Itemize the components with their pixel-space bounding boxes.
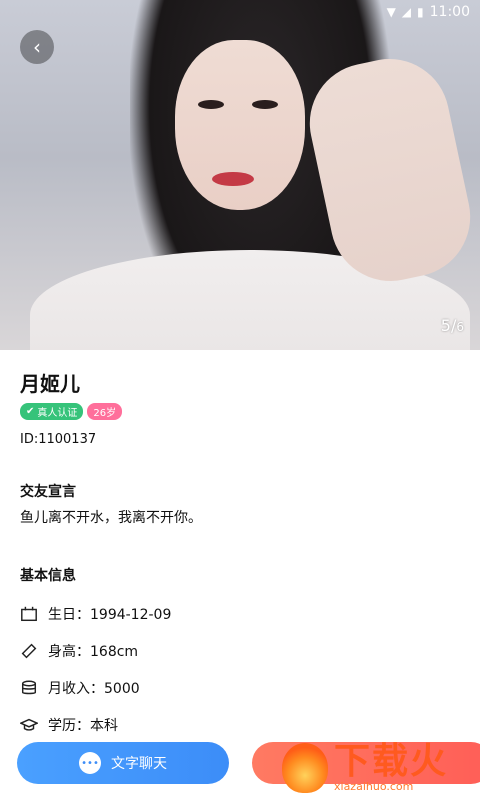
- info-text-education: 学历：本科: [48, 717, 118, 734]
- photo-eye-left: [198, 100, 224, 109]
- wifi-icon: ▼: [386, 5, 396, 19]
- profile-photo[interactable]: [0, 0, 480, 350]
- graduation-cap-icon: [20, 718, 38, 731]
- watermark-cn: 下载火: [334, 740, 449, 782]
- text-chat-button[interactable]: ••• 文字聊天: [17, 742, 229, 784]
- info-text-height: 身高：168cm: [48, 643, 139, 660]
- chat-bubble-icon: •••: [79, 752, 101, 774]
- badge-row: ✔ 真人认证 26岁: [20, 403, 460, 420]
- text-chat-label: 文字聊天: [111, 756, 167, 772]
- shield-check-icon: ✔: [26, 406, 35, 417]
- profile-section: 月姬儿 ✔ 真人认证 26岁 ID:1100137 交友宣言 鱼儿离不开水，我离…: [20, 360, 460, 734]
- motto-text: 鱼儿离不开水，我离不开你。: [20, 510, 202, 526]
- ruler-icon: [21, 643, 37, 658]
- photo-total: 6: [456, 320, 464, 334]
- info-row-height: 身高：168cm: [20, 642, 460, 660]
- age-badge: 26岁: [87, 403, 123, 420]
- verified-badge: ✔ 真人认证: [20, 403, 84, 420]
- info-text-birthday: 生日：1994-12-09: [48, 606, 172, 623]
- info-text-income: 月收入：5000: [48, 680, 140, 697]
- signal-icon: ◢: [401, 5, 412, 19]
- photo-counter: 5/6: [440, 316, 464, 335]
- status-time: 11:00: [429, 4, 470, 20]
- watermark: 下载火 xiazaihuo.com: [282, 736, 480, 800]
- battery-icon: ▮: [417, 5, 424, 19]
- back-button[interactable]: ‹: [20, 30, 54, 64]
- coins-icon: [21, 680, 37, 694]
- profile-name: 月姬儿: [20, 372, 80, 396]
- calendar-icon: [21, 606, 37, 621]
- verified-label: 真人认证: [37, 408, 78, 419]
- photo-eye-right: [252, 100, 278, 109]
- motto-title: 交友宣言: [20, 484, 76, 500]
- photo-lips: [212, 172, 254, 186]
- info-row-birthday: 生日：1994-12-09: [20, 605, 460, 623]
- flame-logo-icon: [282, 743, 328, 793]
- user-id: ID:1100137: [20, 432, 97, 447]
- chevron-left-icon: ‹: [33, 35, 41, 59]
- info-row-education: 学历：本科: [20, 716, 460, 734]
- basic-info-title: 基本信息: [20, 568, 76, 584]
- watermark-en: xiazaihuo.com: [334, 779, 414, 793]
- status-bar: ▼ ◢ ▮ 11:00: [0, 0, 480, 24]
- photo-current: 5: [440, 316, 451, 335]
- info-row-income: 月收入：5000: [20, 679, 460, 697]
